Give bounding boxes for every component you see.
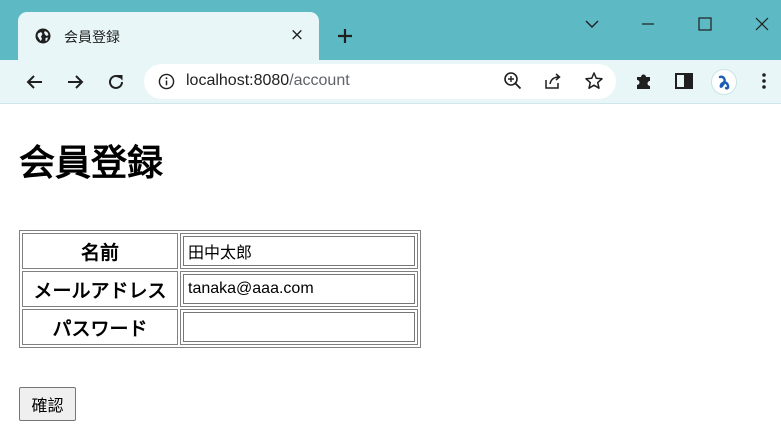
arrow-right-icon[interactable] (63, 70, 87, 94)
tab-close-button[interactable]: × (288, 25, 306, 45)
profile-avatar[interactable] (711, 69, 737, 95)
close-icon[interactable] (750, 12, 774, 36)
name-input[interactable] (183, 236, 415, 266)
browser-titlebar: 会員登録 × (0, 0, 781, 60)
side-panel-icon[interactable] (672, 69, 696, 93)
form-row-password: パスワード (22, 309, 418, 345)
plus-icon[interactable] (333, 24, 357, 48)
zoom-icon[interactable] (502, 70, 524, 92)
page-content: 会員登録 名前 メールアドレス パスワード 確認 (0, 104, 781, 441)
email-input[interactable] (183, 274, 415, 304)
address-bar[interactable]: localhost:8080/account (144, 64, 616, 99)
password-input[interactable] (183, 312, 415, 342)
chevron-down-icon[interactable] (580, 12, 604, 36)
email-label: メールアドレス (22, 271, 178, 307)
confirm-button[interactable]: 確認 (19, 387, 76, 421)
name-cell (180, 233, 418, 269)
page-title: 会員登録 (19, 143, 164, 184)
url-text[interactable]: localhost:8080/account (186, 71, 350, 91)
star-icon[interactable] (583, 70, 605, 92)
form-row-name: 名前 (22, 233, 418, 269)
globe-icon (35, 28, 51, 44)
puzzle-icon[interactable] (632, 69, 656, 93)
password-cell (180, 309, 418, 345)
info-icon[interactable] (158, 73, 175, 90)
reload-icon[interactable] (104, 70, 128, 94)
minimize-icon[interactable] (636, 12, 660, 36)
name-label: 名前 (22, 233, 178, 269)
share-icon[interactable] (542, 70, 564, 92)
maximize-icon[interactable] (693, 12, 717, 36)
registration-form-table: 名前 メールアドレス パスワード (19, 230, 421, 348)
kebab-menu-icon[interactable] (752, 69, 776, 93)
browser-tab[interactable]: 会員登録 × (18, 12, 319, 60)
tab-title: 会員登録 (64, 30, 120, 46)
form-row-email: メールアドレス (22, 271, 418, 307)
arrow-left-icon[interactable] (23, 70, 47, 94)
profile-avatar-glyph (718, 75, 730, 90)
url-path: /account (289, 72, 350, 89)
email-cell (180, 271, 418, 307)
password-label: パスワード (22, 309, 178, 345)
url-host: localhost:8080 (186, 72, 290, 89)
